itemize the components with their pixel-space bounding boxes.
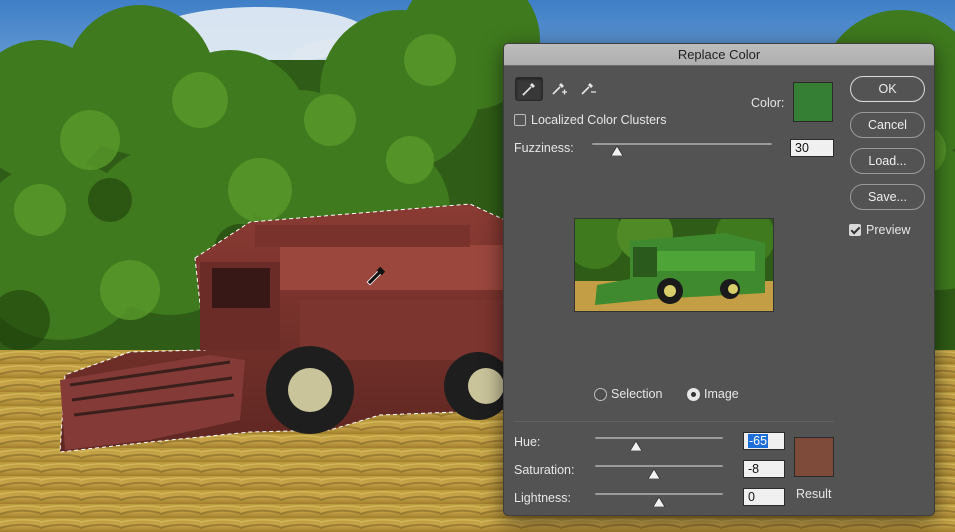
lightness-input[interactable]: 0: [743, 488, 785, 506]
hue-slider-track[interactable]: [595, 437, 723, 439]
lightness-slider-track[interactable]: [595, 493, 723, 495]
dialog-title[interactable]: Replace Color: [504, 44, 934, 66]
hue-slider-thumb[interactable]: [629, 441, 642, 451]
load-button[interactable]: Load...: [850, 148, 925, 174]
localized-color-clusters-checkbox[interactable]: [514, 114, 526, 126]
subtract-from-sample-tool-button[interactable]: [574, 77, 602, 101]
cancel-button[interactable]: Cancel: [850, 112, 925, 138]
ok-button[interactable]: OK: [850, 76, 925, 102]
eyedropper-tool-button[interactable]: [515, 77, 543, 101]
replace-color-dialog: Replace Color Color: Localized Color Clu…: [503, 43, 935, 516]
localized-color-clusters-label: Localized Color Clusters: [531, 113, 667, 127]
saturation-input[interactable]: -8: [743, 460, 785, 478]
section-divider: [514, 421, 834, 422]
eyedropper-icon: [522, 83, 535, 96]
selection-radio[interactable]: [594, 388, 607, 401]
hue-label: Hue:: [514, 435, 541, 449]
preview-image: [575, 219, 773, 311]
fuzziness-slider-track[interactable]: [592, 143, 772, 145]
result-color-swatch[interactable]: [794, 437, 834, 477]
selected-color-swatch[interactable]: [793, 82, 833, 122]
saturation-slider-track[interactable]: [595, 465, 723, 467]
eyedropper-minus-icon: [581, 83, 596, 95]
preview-label: Preview: [866, 223, 911, 237]
image-radio[interactable]: [687, 388, 700, 401]
eyedropper-plus-icon: [552, 83, 567, 95]
lightness-label: Lightness:: [514, 491, 571, 505]
color-label: Color:: [751, 96, 785, 110]
preview-thumbnail[interactable]: [574, 218, 774, 312]
add-to-sample-tool-button[interactable]: [545, 77, 573, 101]
save-button[interactable]: Save...: [850, 184, 925, 210]
fuzziness-label: Fuzziness:: [514, 141, 574, 155]
lightness-slider-thumb[interactable]: [653, 497, 665, 507]
preview-checkbox[interactable]: [849, 224, 861, 236]
hue-input[interactable]: -65: [743, 432, 785, 450]
saturation-label: Saturation:: [514, 463, 575, 477]
selection-radio-label: Selection: [611, 387, 663, 401]
fuzziness-slider-thumb[interactable]: [611, 146, 624, 156]
image-radio-label: Image: [704, 387, 739, 401]
fuzziness-input[interactable]: 30: [790, 139, 834, 157]
saturation-slider-thumb[interactable]: [647, 469, 660, 479]
result-label: Result: [796, 487, 832, 501]
